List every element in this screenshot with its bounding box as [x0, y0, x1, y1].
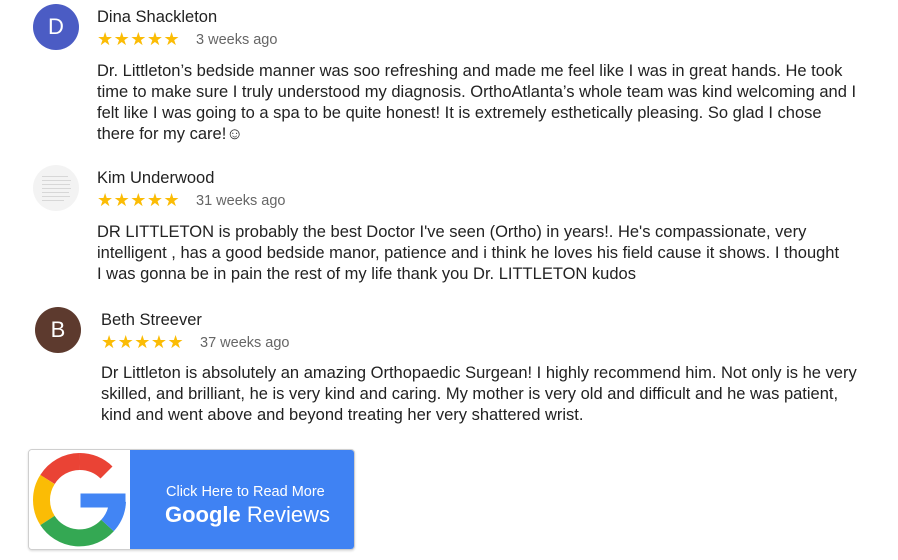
review-time: 31 weeks ago	[196, 193, 286, 209]
google-reviews-button[interactable]: Click Here to Read More Google Reviews	[28, 449, 355, 550]
google-logo-panel	[29, 450, 130, 549]
review-text: Dr Littleton is absolutely an amazing Or…	[101, 364, 857, 424]
google-reviews-label: Google Reviews	[165, 502, 330, 528]
avatar: B	[35, 307, 81, 353]
reviewer-name: Beth Streever	[101, 311, 202, 329]
google-brand-text: Google	[165, 502, 241, 527]
read-more-label: Click Here to Read More	[166, 484, 325, 500]
google-g-icon	[33, 452, 126, 547]
avatar: D	[33, 4, 79, 50]
reviewer-name: Dina Shackleton	[97, 8, 218, 26]
review-time: 37 weeks ago	[200, 335, 290, 351]
review-card: D Dina Shackleton ★★★★★ 3 weeks ago Dr. …	[0, 0, 898, 150]
review-text: DR LITTLETON is probably the best Doctor…	[97, 223, 840, 283]
reviews-text: Reviews	[246, 502, 331, 527]
review-card: Kim Underwood ★★★★★ 31 weeks ago DR LITT…	[0, 160, 898, 290]
star-rating: ★★★★★	[97, 29, 181, 49]
review-card: B Beth Streever ★★★★★ 37 weeks ago Dr Li…	[0, 302, 898, 432]
review-text: Dr. Littleton’s bedside manner was soo r…	[97, 62, 857, 143]
avatar	[33, 165, 79, 211]
star-rating: ★★★★★	[101, 332, 185, 352]
star-rating: ★★★★★	[97, 190, 181, 210]
google-button-panel[interactable]: Click Here to Read More Google Reviews	[130, 450, 354, 549]
reviewer-name: Kim Underwood	[97, 169, 215, 187]
review-time: 3 weeks ago	[196, 32, 278, 48]
